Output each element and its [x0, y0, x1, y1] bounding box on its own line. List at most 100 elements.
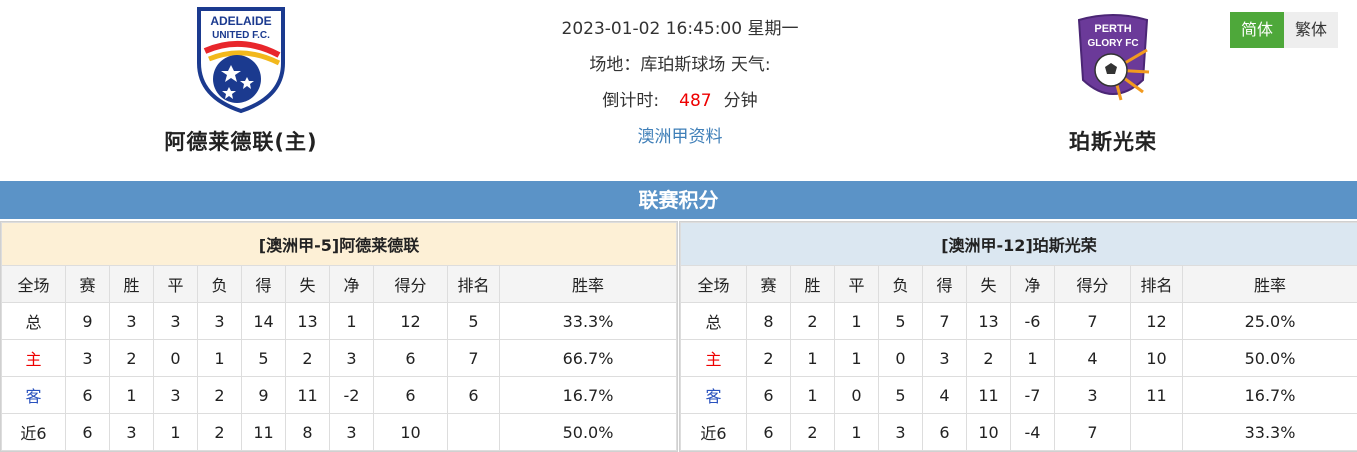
- table-cell: 2: [791, 303, 835, 340]
- table-cell: 1: [835, 340, 879, 377]
- adelaide-united-crest-icon: ADELAIDE UNITED F.C.: [191, 5, 291, 115]
- table-cell: 11: [967, 377, 1011, 414]
- table-cell: 1: [110, 377, 154, 414]
- section-title: 联赛积分: [0, 181, 1357, 219]
- table-cell: 50.0%: [1183, 340, 1357, 377]
- col-header: 得: [923, 266, 967, 303]
- table-cell: 3: [66, 340, 110, 377]
- table-cell: 12: [1131, 303, 1183, 340]
- table-cell: 8: [747, 303, 791, 340]
- away-table-body: 总8215713-671225.0%主211032141050.0%客61054…: [681, 303, 1357, 451]
- table-cell: 33.3%: [500, 303, 677, 340]
- col-header: 得: [242, 266, 286, 303]
- col-header: 赛: [747, 266, 791, 303]
- countdown: 倒计时:487分钟: [480, 86, 880, 122]
- home-team: ADELAIDE UNITED F.C. 阿德莱德联(主): [101, 0, 381, 156]
- table-cell: 25.0%: [1183, 303, 1357, 340]
- table-cell: 12: [374, 303, 448, 340]
- home-team-name[interactable]: 阿德莱德联(主): [101, 126, 381, 156]
- table-cell: -4: [1011, 414, 1055, 451]
- table-cell: 10: [1131, 340, 1183, 377]
- col-header: 排名: [448, 266, 500, 303]
- countdown-label: 倒计时:: [602, 91, 659, 111]
- table-cell: 66.7%: [500, 340, 677, 377]
- table-cell: 16.7%: [1183, 377, 1357, 414]
- table-row: 主211032141050.0%: [681, 340, 1357, 377]
- col-header: 负: [198, 266, 242, 303]
- table-row: 主32015236766.7%: [2, 340, 677, 377]
- col-header: 胜: [791, 266, 835, 303]
- table-cell: 9: [242, 377, 286, 414]
- table-cell: 11: [1131, 377, 1183, 414]
- away-team-logo[interactable]: PERTH GLORY FC: [973, 0, 1253, 120]
- table-cell: 5: [242, 340, 286, 377]
- table-cell: 2: [198, 377, 242, 414]
- table-cell: 6: [374, 377, 448, 414]
- table-row: 近66213610-4733.3%: [681, 414, 1357, 451]
- table-cell: [448, 414, 500, 451]
- svg-text:UNITED F.C.: UNITED F.C.: [212, 30, 270, 41]
- col-header: 胜: [110, 266, 154, 303]
- table-header-row: 全场 赛 胜 平 负 得 失 净 得分 排名 胜率: [2, 266, 677, 303]
- table-cell: 2: [198, 414, 242, 451]
- table-header-row: 全场 赛 胜 平 负 得 失 净 得分 排名 胜率: [681, 266, 1357, 303]
- table-cell: 5: [879, 303, 923, 340]
- table-cell: 0: [835, 377, 879, 414]
- row-label: 主: [2, 340, 66, 377]
- svg-text:PERTH: PERTH: [1094, 23, 1131, 35]
- table-cell: 5: [879, 377, 923, 414]
- table-cell: 6: [923, 414, 967, 451]
- away-standings-panel: [澳洲甲-12]珀斯光荣 全场 赛 胜 平 负 得 失 净 得分 排名 胜率 总…: [679, 221, 1357, 452]
- table-cell: 7: [1055, 414, 1131, 451]
- language-switch: 简体 繁体: [1230, 12, 1338, 48]
- league-info-link[interactable]: 澳洲甲资料: [638, 127, 723, 147]
- col-header: 净: [1011, 266, 1055, 303]
- table-cell: 13: [286, 303, 330, 340]
- table-row: 客6105411-731116.7%: [681, 377, 1357, 414]
- table-cell: 1: [330, 303, 374, 340]
- match-datetime: 2023-01-02 16:45:00 星期一: [480, 14, 880, 50]
- table-cell: 1: [835, 303, 879, 340]
- table-cell: 13: [967, 303, 1011, 340]
- table-cell: 6: [747, 414, 791, 451]
- table-cell: 3: [198, 303, 242, 340]
- row-label: 总: [681, 303, 747, 340]
- table-cell: 8: [286, 414, 330, 451]
- table-cell: 2: [967, 340, 1011, 377]
- away-team-name[interactable]: 珀斯光荣: [973, 126, 1253, 156]
- row-label: 近6: [2, 414, 66, 451]
- table-cell: 5: [448, 303, 500, 340]
- table-cell: 16.7%: [500, 377, 677, 414]
- away-team: PERTH GLORY FC 珀斯光荣: [973, 0, 1253, 156]
- table-cell: 7: [923, 303, 967, 340]
- home-standings-panel: [澳洲甲-5]阿德莱德联 全场 赛 胜 平 负 得 失 净 得分 排名 胜率 总…: [0, 221, 678, 452]
- row-label: 主: [681, 340, 747, 377]
- table-cell: 3: [1055, 377, 1131, 414]
- table-cell: 11: [286, 377, 330, 414]
- table-cell: 1: [1011, 340, 1055, 377]
- col-header: 胜率: [1183, 266, 1357, 303]
- table-cell: 1: [154, 414, 198, 451]
- col-header: 得分: [374, 266, 448, 303]
- table-cell: 6: [66, 377, 110, 414]
- table-cell: -2: [330, 377, 374, 414]
- col-header: 负: [879, 266, 923, 303]
- lang-traditional-button[interactable]: 繁体: [1284, 12, 1338, 48]
- table-row: 客6132911-26616.7%: [2, 377, 677, 414]
- col-header: 全场: [681, 266, 747, 303]
- home-standings-table: [澳洲甲-5]阿德莱德联 全场 赛 胜 平 负 得 失 净 得分 排名 胜率 总…: [1, 222, 677, 451]
- table-cell: 0: [879, 340, 923, 377]
- col-header: 胜率: [500, 266, 677, 303]
- table-cell: 3: [110, 303, 154, 340]
- lang-simplified-button[interactable]: 简体: [1230, 12, 1284, 48]
- col-header: 失: [967, 266, 1011, 303]
- table-cell: 2: [110, 340, 154, 377]
- table-cell: 6: [448, 377, 500, 414]
- table-cell: 1: [791, 340, 835, 377]
- table-cell: 1: [198, 340, 242, 377]
- home-team-logo[interactable]: ADELAIDE UNITED F.C.: [101, 0, 381, 120]
- table-cell: 6: [374, 340, 448, 377]
- table-cell: 50.0%: [500, 414, 677, 451]
- row-label: 近6: [681, 414, 747, 451]
- table-cell: 3: [923, 340, 967, 377]
